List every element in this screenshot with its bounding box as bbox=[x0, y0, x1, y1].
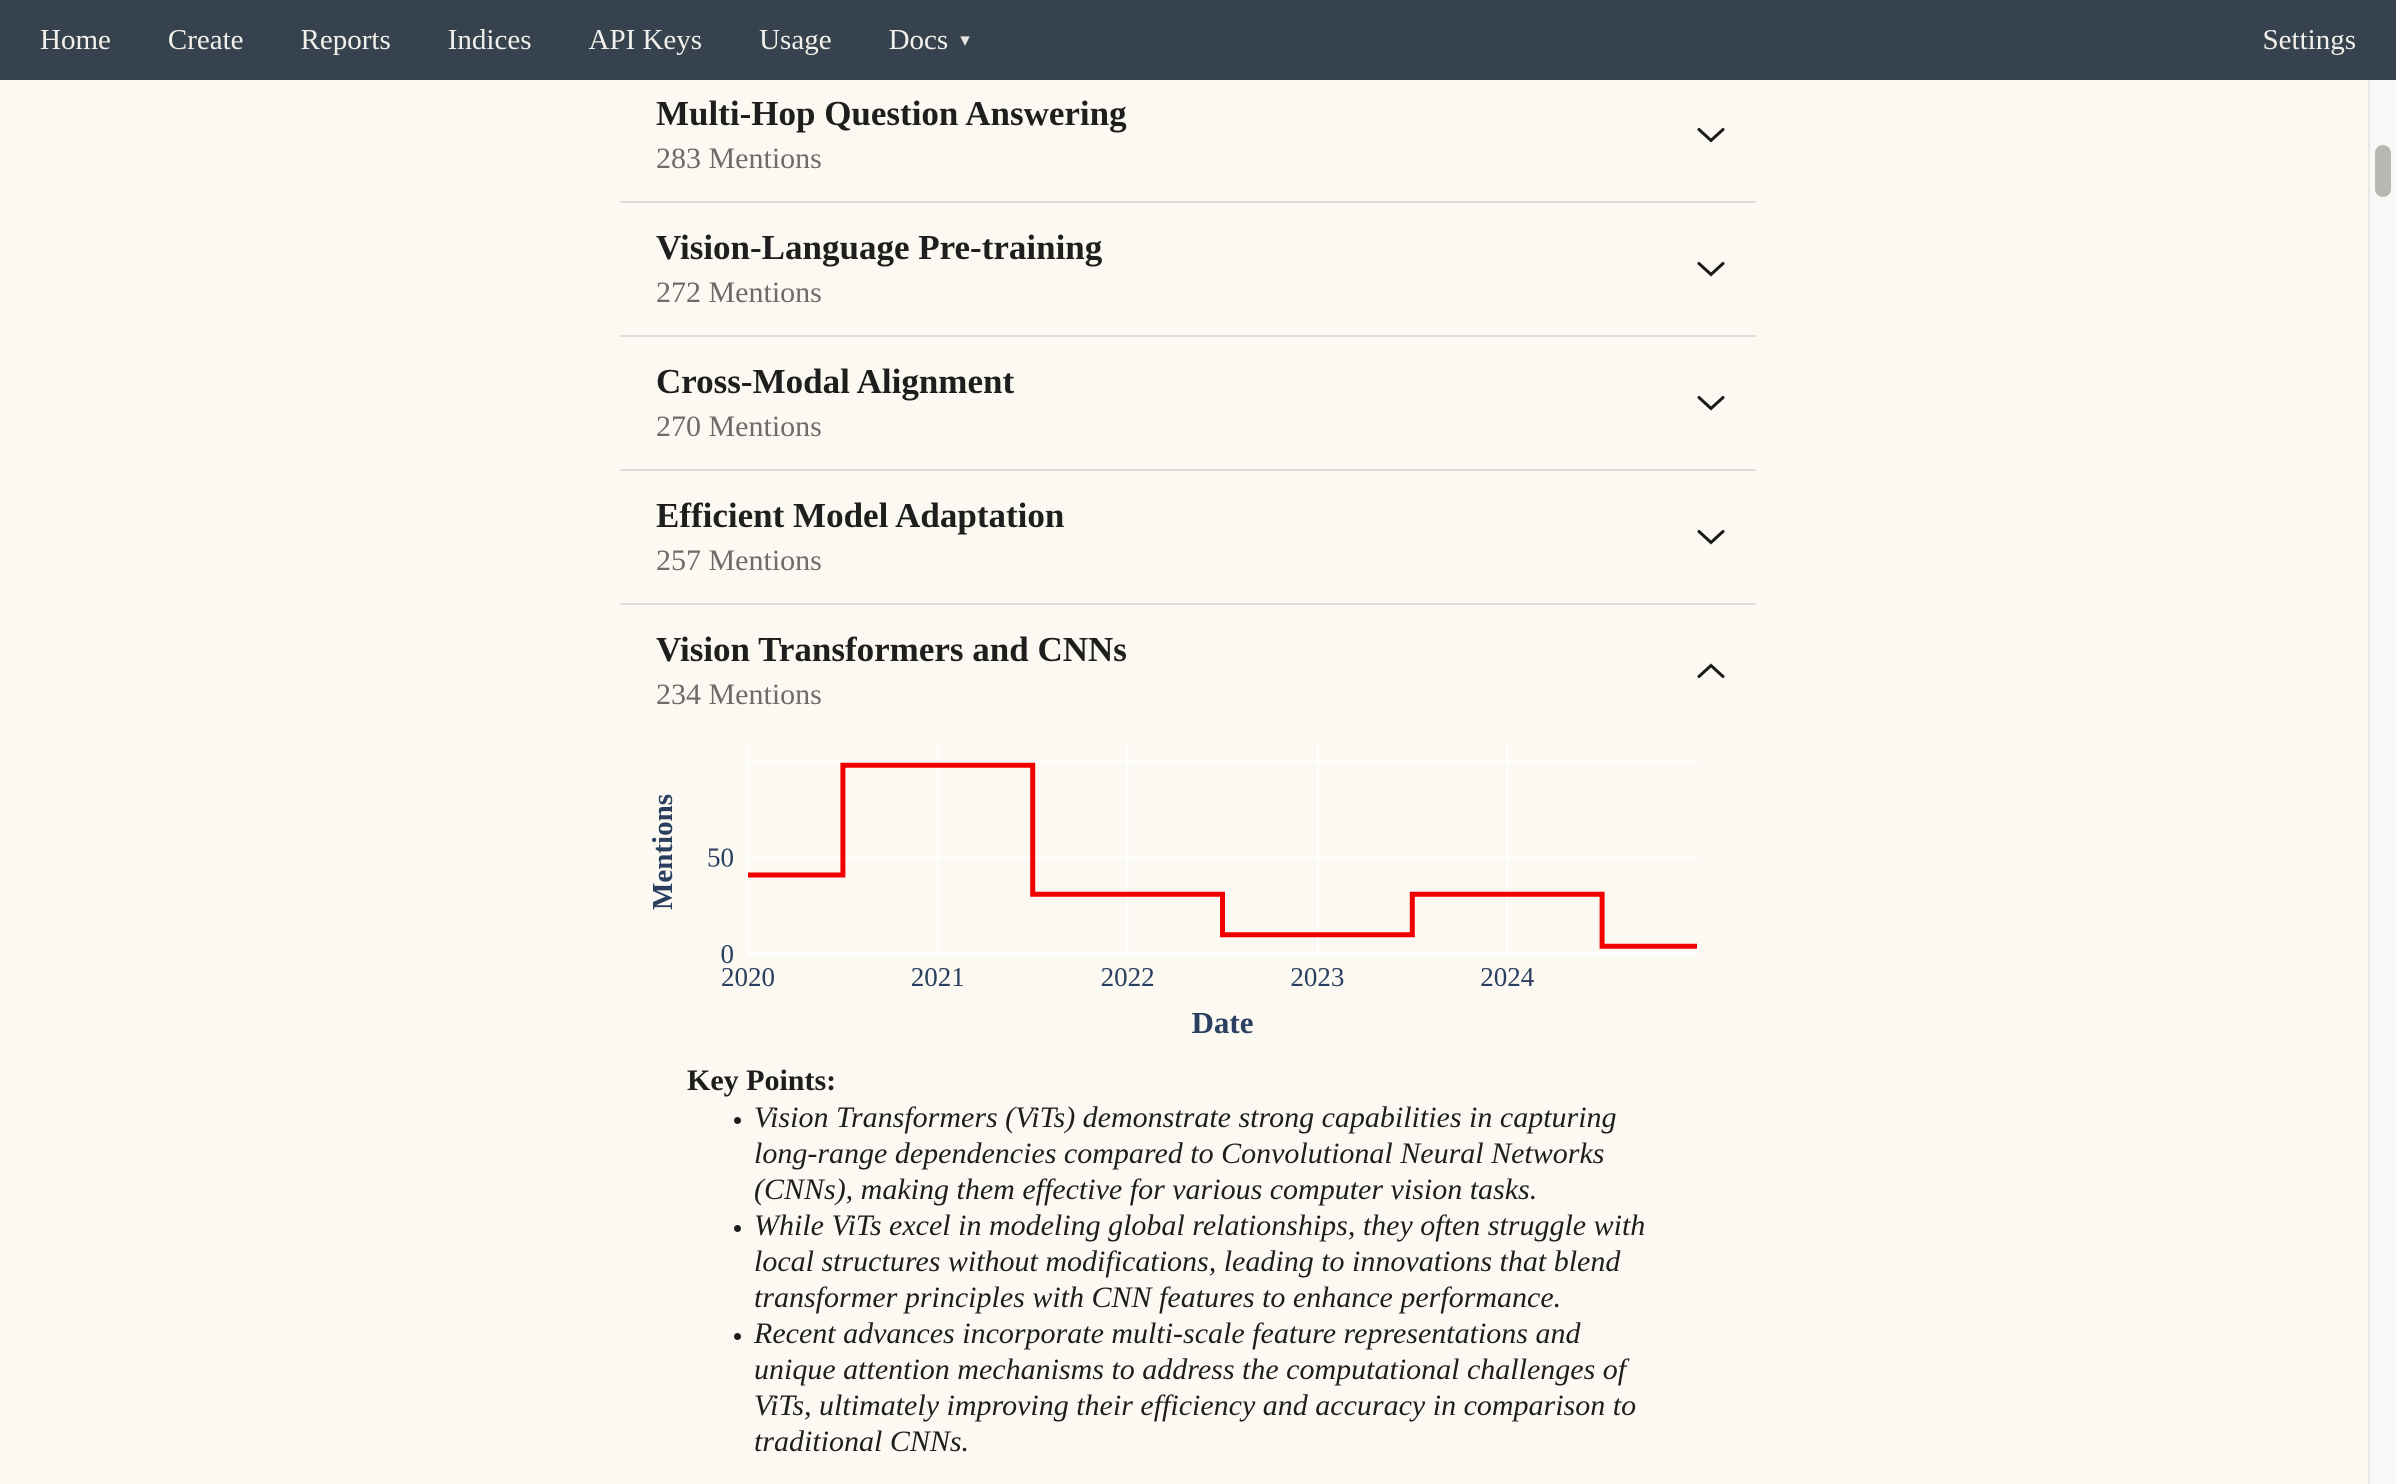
svg-text:2021: 2021 bbox=[911, 962, 965, 992]
topic-header[interactable]: Cross-Modal Alignment 270 Mentions bbox=[620, 360, 1756, 446]
app-window: Home Create Reports Indices API Keys Usa… bbox=[0, 0, 2396, 1484]
topic-mentions-count: 270 Mentions bbox=[656, 408, 1686, 446]
svg-text:2023: 2023 bbox=[1290, 962, 1344, 992]
nav-item-usage[interactable]: Usage bbox=[759, 24, 831, 57]
chevron-down-icon[interactable] bbox=[1690, 389, 1732, 418]
topic-mentions-count: 257 Mentions bbox=[656, 542, 1686, 580]
nav-item-create[interactable]: Create bbox=[168, 24, 244, 57]
topic-row-efficient-adaptation: Efficient Model Adaptation 257 Mentions bbox=[620, 471, 1756, 605]
key-points-label: Key Points: bbox=[687, 1062, 1666, 1100]
topic-row-vision-transformers: Vision Transformers and CNNs 234 Mention… bbox=[620, 605, 1756, 1483]
nav-item-reports[interactable]: Reports bbox=[301, 24, 391, 57]
topic-title: Multi-Hop Question Answering bbox=[656, 92, 1686, 136]
topic-mentions-count: 272 Mentions bbox=[656, 274, 1686, 312]
topic-mentions-count: 283 Mentions bbox=[656, 140, 1686, 178]
top-nav: Home Create Reports Indices API Keys Usa… bbox=[0, 0, 2396, 80]
mentions-step-chart: 20202021202220232024050DateMentions bbox=[620, 744, 1756, 1044]
svg-text:50: 50 bbox=[707, 843, 734, 873]
svg-text:2022: 2022 bbox=[1101, 962, 1155, 992]
nav-item-docs[interactable]: Docs ▾ bbox=[889, 24, 970, 57]
key-points-list: Vision Transformers (ViTs) demonstrate s… bbox=[687, 1100, 1666, 1460]
chevron-down-icon[interactable] bbox=[1690, 255, 1732, 284]
nav-item-home[interactable]: Home bbox=[40, 24, 111, 57]
x-axis-title: Date bbox=[1192, 1005, 1254, 1040]
mentions-over-time-chart: 20202021202220232024050DateMentions bbox=[620, 744, 1756, 1044]
nav-item-api-keys[interactable]: API Keys bbox=[589, 24, 703, 57]
key-points-section: Key Points: Vision Transformers (ViTs) d… bbox=[620, 1062, 1756, 1460]
topic-header[interactable]: Efficient Model Adaptation 257 Mentions bbox=[620, 494, 1756, 580]
topic-row-multi-hop: Multi-Hop Question Answering 283 Mention… bbox=[620, 80, 1756, 203]
topic-row-vision-language: Vision-Language Pre-training 272 Mention… bbox=[620, 203, 1756, 337]
nav-item-settings[interactable]: Settings bbox=[2263, 24, 2356, 57]
topics-list: Multi-Hop Question Answering 283 Mention… bbox=[620, 80, 1756, 1483]
nav-links: Home Create Reports Indices API Keys Usa… bbox=[40, 24, 970, 57]
nav-item-indices[interactable]: Indices bbox=[448, 24, 532, 57]
scrollbar-track[interactable] bbox=[2368, 80, 2396, 1484]
topic-title: Efficient Model Adaptation bbox=[656, 494, 1686, 538]
svg-text:0: 0 bbox=[721, 939, 735, 969]
chevron-up-icon[interactable] bbox=[1690, 657, 1732, 686]
y-axis-title: Mentions bbox=[647, 794, 679, 910]
topic-row-cross-modal: Cross-Modal Alignment 270 Mentions bbox=[620, 337, 1756, 471]
scrollbar-thumb[interactable] bbox=[2375, 145, 2391, 197]
key-point-item: While ViTs excel in modeling global rela… bbox=[754, 1208, 1666, 1316]
svg-text:2024: 2024 bbox=[1480, 962, 1535, 992]
topic-title: Vision-Language Pre-training bbox=[656, 226, 1686, 270]
nav-docs-label: Docs bbox=[889, 24, 949, 56]
topic-title: Cross-Modal Alignment bbox=[656, 360, 1686, 404]
topic-header[interactable]: Multi-Hop Question Answering 283 Mention… bbox=[620, 92, 1756, 178]
chevron-down-icon[interactable] bbox=[1690, 523, 1732, 552]
caret-down-icon: ▾ bbox=[960, 29, 970, 52]
topic-header[interactable]: Vision Transformers and CNNs 234 Mention… bbox=[620, 628, 1756, 714]
key-point-item: Vision Transformers (ViTs) demonstrate s… bbox=[754, 1100, 1666, 1208]
topic-title: Vision Transformers and CNNs bbox=[656, 628, 1686, 672]
topic-mentions-count: 234 Mentions bbox=[656, 676, 1686, 714]
chevron-down-icon[interactable] bbox=[1690, 121, 1732, 150]
key-point-item: Recent advances incorporate multi-scale … bbox=[754, 1316, 1666, 1460]
topic-header[interactable]: Vision-Language Pre-training 272 Mention… bbox=[620, 226, 1756, 312]
